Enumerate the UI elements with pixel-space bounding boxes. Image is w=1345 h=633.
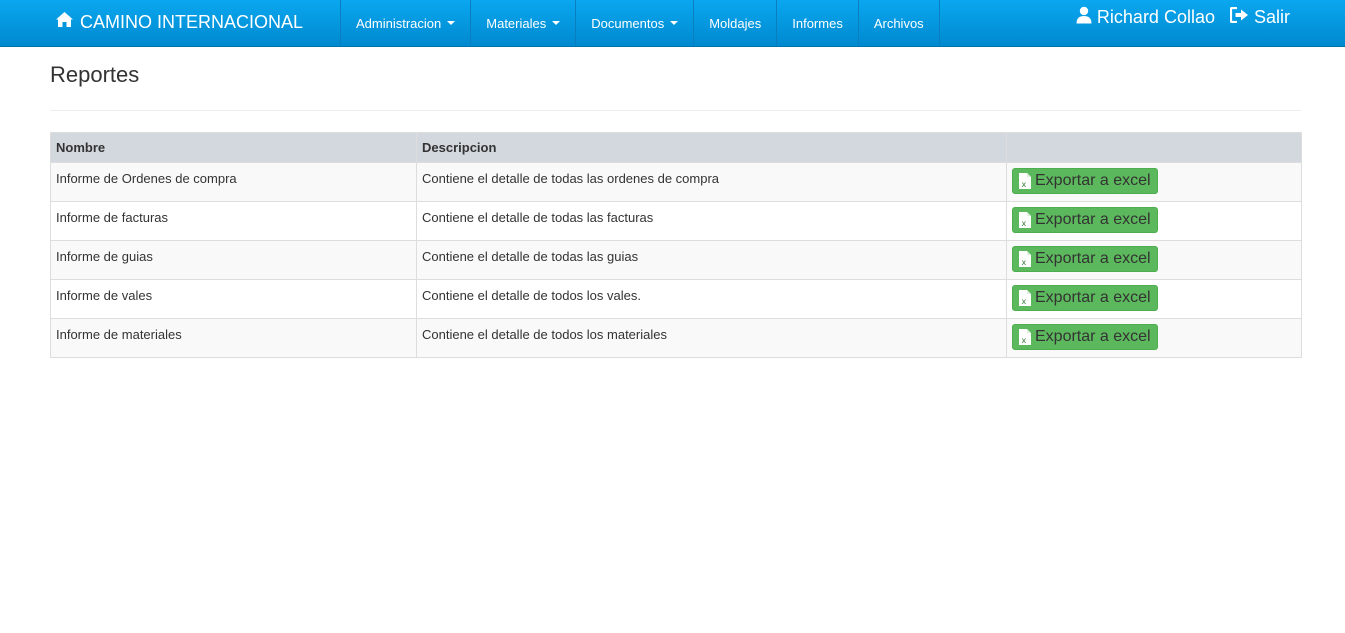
table-row: Informe de vales Contiene el detalle de … [50, 279, 1302, 319]
top-navbar: CAMINO INTERNACIONAL Administracion Mate… [0, 0, 1345, 47]
nav-item-label: Informes [792, 15, 843, 31]
page-title: Reportes [50, 62, 140, 87]
table-row: Informe de guias Contiene el detalle de … [50, 240, 1302, 280]
user-icon [1076, 6, 1097, 29]
file-excel-icon: x [1019, 290, 1031, 306]
export-excel-button[interactable]: x Exportar a excel [1012, 246, 1158, 272]
nav-item-label: Moldajes [709, 15, 762, 31]
table-header-row: Nombre Descripcion [50, 132, 1302, 163]
report-description: Contiene el detalle de todos los vales. [416, 279, 1007, 319]
column-header-descripcion: Descripcion [416, 132, 1007, 163]
file-excel-icon: x [1019, 212, 1031, 228]
file-excel-icon: x [1019, 173, 1031, 189]
svg-text:x: x [1022, 258, 1027, 267]
export-label: Exportar a excel [1035, 328, 1151, 345]
report-name: Informe de vales [50, 279, 417, 319]
column-header-actions [1006, 132, 1302, 163]
svg-text:x: x [1022, 336, 1027, 345]
svg-text:x: x [1022, 297, 1027, 306]
export-label: Exportar a excel [1035, 250, 1151, 267]
logout-link[interactable]: Salir [1229, 6, 1290, 28]
report-description: Contiene el detalle de todas las factura… [416, 201, 1007, 241]
report-name: Informe de guias [50, 240, 417, 280]
action-cell: x Exportar a excel [1006, 162, 1302, 202]
column-header-nombre: Nombre [50, 132, 417, 163]
export-excel-button[interactable]: x Exportar a excel [1012, 324, 1158, 350]
nav-item-label: Administracion [356, 15, 442, 31]
export-label: Exportar a excel [1035, 289, 1151, 306]
caret-down-icon [552, 21, 561, 25]
brand-link[interactable]: CAMINO INTERNACIONAL [55, 0, 303, 44]
user-area: Richard Collao Salir [1061, 0, 1290, 34]
user-name: Richard Collao [1096, 6, 1215, 27]
export-label: Exportar a excel [1035, 172, 1151, 189]
main-nav: Administracion Materiales Documentos Mol… [340, 0, 940, 46]
report-description: Contiene el detalle de todas las ordenes… [416, 162, 1007, 202]
logout-label: Salir [1253, 6, 1290, 27]
sign-out-icon [1229, 6, 1254, 28]
nav-item-documentos[interactable]: Documentos [575, 0, 693, 46]
brand-label: CAMINO INTERNACIONAL [80, 11, 304, 32]
export-excel-button[interactable]: x Exportar a excel [1012, 168, 1158, 194]
nav-item-label: Documentos [591, 15, 665, 31]
report-description: Contiene el detalle de todas las guias [416, 240, 1007, 280]
nav-item-administracion[interactable]: Administracion [340, 0, 470, 46]
action-cell: x Exportar a excel [1006, 240, 1302, 280]
title-divider [50, 110, 1301, 111]
home-icon [55, 11, 80, 33]
report-description: Contiene el detalle de todos los materia… [416, 318, 1007, 358]
reports-table: Nombre Descripcion Informe de Ordenes de… [50, 132, 1302, 358]
svg-text:x: x [1022, 180, 1027, 189]
nav-item-archivos[interactable]: Archivos [857, 0, 940, 46]
nav-item-moldajes[interactable]: Moldajes [693, 0, 776, 46]
caret-down-icon [670, 21, 679, 25]
file-excel-icon: x [1019, 329, 1031, 345]
report-name: Informe de facturas [50, 201, 417, 241]
file-excel-icon: x [1019, 251, 1031, 267]
export-excel-button[interactable]: x Exportar a excel [1012, 285, 1158, 311]
user-profile-link[interactable]: Richard Collao [1076, 6, 1215, 29]
report-name: Informe de materiales [50, 318, 417, 358]
action-cell: x Exportar a excel [1006, 318, 1302, 358]
report-name: Informe de Ordenes de compra [50, 162, 417, 202]
nav-item-materiales[interactable]: Materiales [470, 0, 575, 46]
caret-down-icon [447, 21, 456, 25]
nav-item-label: Materiales [486, 15, 547, 31]
action-cell: x Exportar a excel [1006, 279, 1302, 319]
action-cell: x Exportar a excel [1006, 201, 1302, 241]
table-row: Informe de materiales Contiene el detall… [50, 318, 1302, 358]
nav-item-label: Archivos [873, 15, 924, 31]
export-excel-button[interactable]: x Exportar a excel [1012, 207, 1158, 233]
nav-item-informes[interactable]: Informes [776, 0, 858, 46]
table-row: Informe de facturas Contiene el detalle … [50, 201, 1302, 241]
svg-text:x: x [1022, 219, 1027, 228]
table-row: Informe de Ordenes de compra Contiene el… [50, 162, 1302, 202]
export-label: Exportar a excel [1035, 211, 1151, 228]
